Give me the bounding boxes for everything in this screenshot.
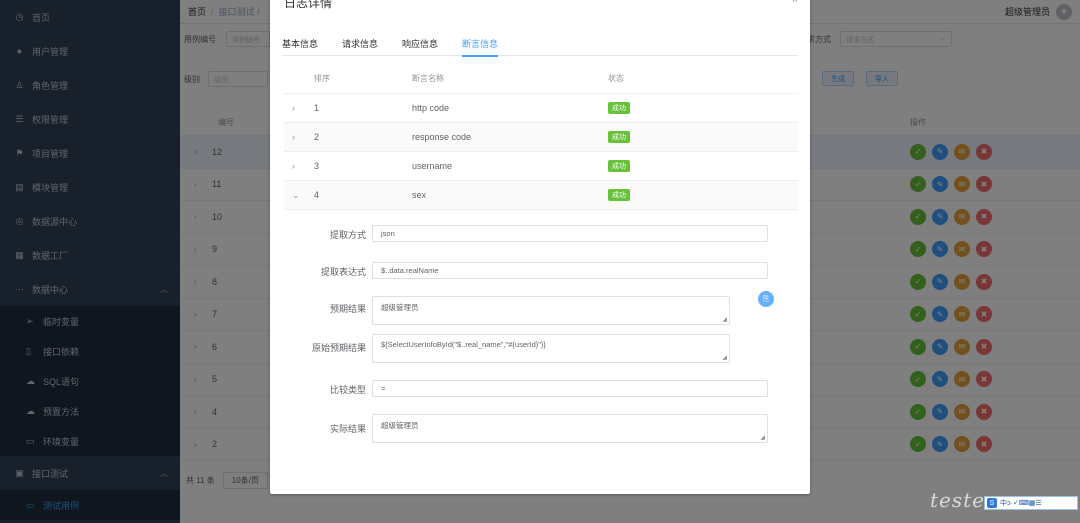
actual-value: 超级管理员	[381, 421, 419, 430]
col-sort-header: 排序	[314, 74, 330, 83]
resize-handle-icon[interactable]: ◢	[722, 354, 727, 361]
compare-input[interactable]: =	[372, 380, 768, 397]
assert-row[interactable]: › 3 username 成功	[284, 152, 798, 181]
compare-label: 比较类型	[329, 385, 366, 395]
close-icon[interactable]: ×	[792, 0, 798, 6]
dialog-title: 日志详情	[284, 0, 333, 10]
status-badge: 成功	[608, 160, 630, 172]
extract-method-label: 提取方式	[329, 230, 366, 240]
expected-value: 超级管理员	[381, 303, 419, 312]
assert-name: http code	[412, 103, 450, 113]
assert-name: response code	[412, 132, 472, 142]
ime-toolbar[interactable]: S 中ɔ·✓⌨▦☰	[984, 496, 1078, 510]
expected-label: 预期结果	[329, 304, 366, 314]
assert-no: 4	[314, 190, 320, 200]
chevron-right-icon[interactable]: ›	[292, 103, 314, 113]
expected-textarea[interactable]: 超级管理员 ◢	[372, 296, 730, 325]
watermark: teste	[930, 488, 986, 512]
extract-expr-input[interactable]: $..data.realName	[372, 262, 768, 279]
raw-expected-value: ${SelectUserInfoById("$..real_name","#{u…	[381, 340, 546, 349]
log-detail-dialog: 日志详情 × 基本信息 请求信息 响应信息 断言信息 排序 断言名称 状态 › …	[270, 0, 810, 494]
tab-request-info[interactable]: 请求信息	[342, 32, 378, 56]
dialog-tabs: 基本信息 请求信息 响应信息 断言信息	[282, 32, 798, 57]
actual-textarea[interactable]: 超级管理员 ◢	[372, 414, 768, 443]
ime-logo-icon: S	[987, 498, 997, 508]
assert-row[interactable]: › 1 http code 成功	[284, 94, 798, 123]
tab-assert-info[interactable]: 断言信息	[462, 32, 499, 57]
extract-expr-label: 提取表达式	[320, 267, 366, 277]
chevron-right-icon[interactable]: ›	[292, 161, 314, 171]
resize-handle-icon[interactable]: ◢	[722, 316, 727, 323]
assert-name: username	[412, 161, 453, 171]
assert-table: 排序 断言名称 状态 › 1 http code 成功 › 2 response…	[284, 64, 798, 210]
tab-basic-info[interactable]: 基本信息	[282, 32, 318, 56]
tab-response-info[interactable]: 响应信息	[402, 32, 438, 56]
assert-table-header: 排序 断言名称 状态	[284, 64, 798, 94]
raw-expected-textarea[interactable]: ${SelectUserInfoById("$..real_name","#{u…	[372, 334, 730, 363]
assert-name: sex	[412, 190, 427, 200]
status-badge: 成功	[608, 131, 630, 143]
actual-label: 实际结果	[329, 424, 366, 434]
col-assert-name-header: 断言名称	[412, 74, 444, 83]
copy-icon[interactable]: ⎘	[758, 291, 774, 307]
ime-status: 中ɔ·✓⌨▦☰	[1000, 500, 1042, 507]
assert-no: 2	[314, 132, 320, 142]
status-badge: 成功	[608, 102, 630, 114]
status-badge: 成功	[608, 189, 630, 201]
assert-row[interactable]: ⌄ 4 sex 成功	[284, 181, 798, 210]
resize-handle-icon[interactable]: ◢	[760, 434, 765, 441]
chevron-down-icon[interactable]: ⌄	[292, 190, 314, 201]
assert-no: 1	[314, 103, 320, 113]
assert-row[interactable]: › 2 response code 成功	[284, 123, 798, 152]
assert-no: 3	[314, 161, 320, 171]
chevron-right-icon[interactable]: ›	[292, 132, 314, 142]
extract-method-input[interactable]: json	[372, 225, 768, 242]
col-status-header: 状态	[608, 74, 624, 83]
raw-expected-label: 原始预期结果	[311, 343, 366, 353]
